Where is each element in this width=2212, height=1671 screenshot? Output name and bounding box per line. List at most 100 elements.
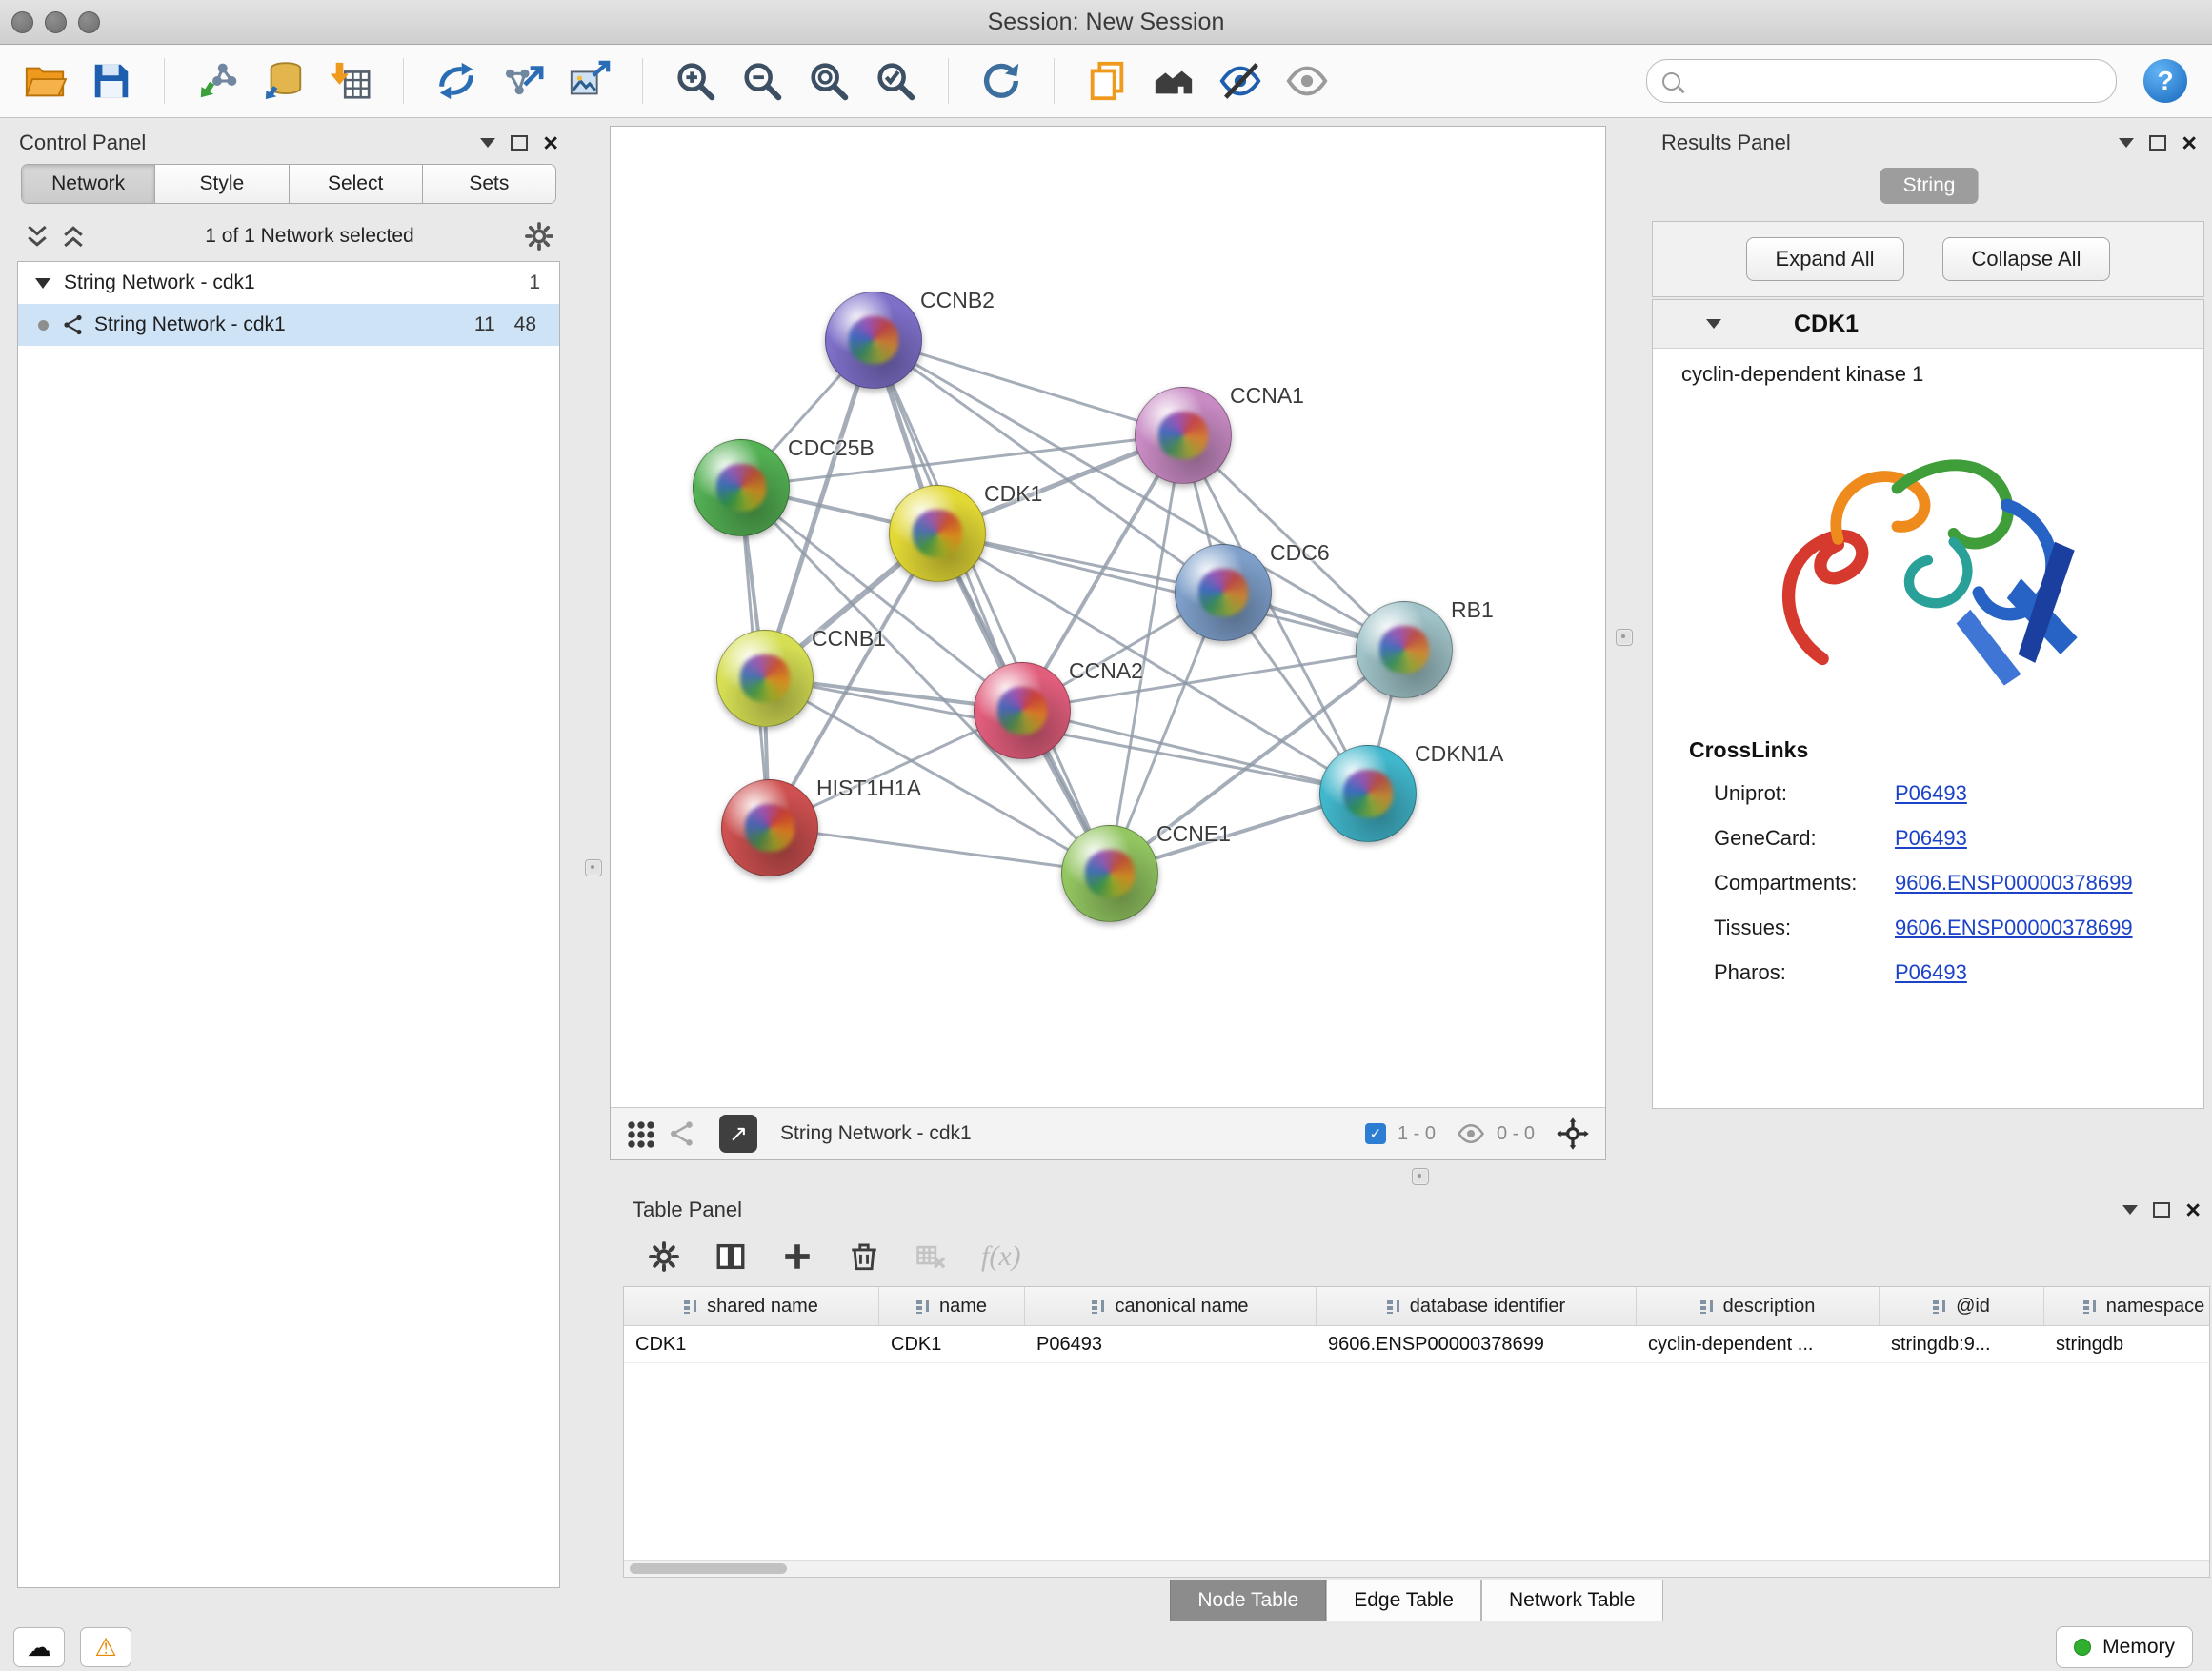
- column-header-shared-name[interactable]: shared name: [624, 1287, 879, 1325]
- create-column-icon[interactable]: [781, 1240, 814, 1273]
- tab-select[interactable]: Select: [290, 165, 423, 203]
- network-node-CDC6[interactable]: [1175, 544, 1272, 641]
- help-button[interactable]: ?: [2143, 59, 2187, 103]
- table-cell[interactable]: stringdb: [2044, 1326, 2210, 1362]
- network-node-CDK1[interactable]: [889, 485, 986, 582]
- crosslink-value-link[interactable]: P06493: [1895, 781, 1967, 806]
- table-cell[interactable]: 9606.ENSP00000378699: [1317, 1326, 1637, 1362]
- network-visible-dot[interactable]: [38, 320, 49, 331]
- section-expander-icon[interactable]: [1706, 319, 1721, 329]
- protein-section-header[interactable]: CDK1: [1653, 300, 2203, 349]
- network-collection-row[interactable]: String Network - cdk1 1: [18, 262, 559, 304]
- network-node-CCNA2[interactable]: [974, 662, 1071, 759]
- tab-style[interactable]: Style: [155, 165, 289, 203]
- fit-content-icon[interactable]: [1556, 1117, 1590, 1151]
- import-network-icon[interactable]: [191, 55, 243, 107]
- crosslink-value-link[interactable]: 9606.ENSP00000378699: [1895, 916, 2133, 940]
- gear-icon[interactable]: [648, 1240, 680, 1273]
- tab-edge-table[interactable]: Edge Table: [1326, 1580, 1481, 1621]
- save-icon[interactable]: [86, 55, 137, 107]
- panel-close-icon[interactable]: ×: [2185, 1198, 2201, 1223]
- tab-node-table[interactable]: Node Table: [1170, 1580, 1326, 1621]
- table-cell[interactable]: cyclin-dependent ...: [1637, 1326, 1880, 1362]
- search-input[interactable]: [1690, 59, 2116, 103]
- network-node-CCNB1[interactable]: [716, 630, 814, 727]
- selected-checkbox-icon[interactable]: ✓: [1365, 1123, 1386, 1144]
- network-node-CDC25B[interactable]: [693, 439, 790, 536]
- zoom-selected-icon[interactable]: [870, 55, 921, 107]
- crosslink-value-link[interactable]: 9606.ENSP00000378699: [1895, 871, 2133, 896]
- panel-collapse-icon[interactable]: [2119, 138, 2134, 148]
- delete-column-icon[interactable]: [848, 1240, 880, 1273]
- network-node-RB1[interactable]: [1356, 601, 1453, 698]
- panel-close-icon[interactable]: ×: [2182, 131, 2197, 156]
- open-in-new-window-icon[interactable]: ↗: [719, 1115, 757, 1153]
- home-icon[interactable]: [1148, 55, 1199, 107]
- network-edge[interactable]: [769, 827, 1109, 873]
- column-header-namespace[interactable]: namespace: [2044, 1287, 2210, 1325]
- export-network-icon[interactable]: [497, 55, 549, 107]
- network-row-selected[interactable]: String Network - cdk1 11 48: [18, 304, 559, 346]
- network-node-CCNB2[interactable]: [825, 292, 922, 389]
- network-canvas[interactable]: CCNB2CCNA1CDC25BCDK1CDC6RB1CCNB1CCNA2CDK…: [611, 127, 1605, 1107]
- table-cell[interactable]: CDK1: [879, 1326, 1025, 1362]
- swap-networks-icon[interactable]: [431, 55, 482, 107]
- zoom-fit-icon[interactable]: [803, 55, 855, 107]
- panel-float-icon[interactable]: [2149, 135, 2166, 151]
- tab-network-table[interactable]: Network Table: [1481, 1580, 1663, 1621]
- column-header-canonical-name[interactable]: canonical name: [1025, 1287, 1317, 1325]
- warnings-button[interactable]: ⚠: [80, 1627, 131, 1667]
- splitter-handle-left[interactable]: [585, 859, 602, 876]
- tab-sets[interactable]: Sets: [423, 165, 555, 203]
- birds-eye-view-icon[interactable]: [626, 1119, 654, 1148]
- gear-icon[interactable]: [524, 221, 554, 252]
- network-node-CDKN1A[interactable]: [1319, 745, 1417, 842]
- refresh-icon[interactable]: [975, 55, 1027, 107]
- collapse-all-icon[interactable]: [23, 222, 51, 251]
- expand-all-icon[interactable]: [59, 222, 88, 251]
- hide-selected-icon[interactable]: [1215, 55, 1266, 107]
- tree-expander-icon[interactable]: [35, 278, 50, 289]
- panel-collapse-icon[interactable]: [480, 138, 495, 148]
- column-header-@id[interactable]: @id: [1880, 1287, 2044, 1325]
- show-all-icon[interactable]: [1281, 55, 1333, 107]
- open-icon[interactable]: [19, 55, 70, 107]
- crosslink-value-link[interactable]: P06493: [1895, 826, 1967, 851]
- table-cell[interactable]: P06493: [1025, 1326, 1317, 1362]
- search-box[interactable]: [1646, 59, 2117, 103]
- crosslink-value-link[interactable]: P06493: [1895, 960, 1967, 985]
- show-columns-icon[interactable]: [714, 1240, 747, 1273]
- column-header-description[interactable]: description: [1637, 1287, 1880, 1325]
- memory-button[interactable]: Memory: [2056, 1626, 2193, 1668]
- hidden-eye-icon[interactable]: [1457, 1119, 1485, 1148]
- collapse-all-button[interactable]: Collapse All: [1942, 237, 2111, 281]
- splitter-handle-bottom[interactable]: [1412, 1168, 1429, 1185]
- panel-float-icon[interactable]: [511, 135, 528, 151]
- column-header-database-identifier[interactable]: database identifier: [1317, 1287, 1637, 1325]
- export-image-icon[interactable]: [564, 55, 615, 107]
- panel-collapse-icon[interactable]: [2122, 1205, 2138, 1215]
- scrollbar-thumb[interactable]: [630, 1563, 787, 1574]
- table-row[interactable]: CDK1CDK1P064939606.ENSP00000378699cyclin…: [624, 1326, 2209, 1363]
- table-cell[interactable]: stringdb:9...: [1880, 1326, 2044, 1362]
- cloud-button[interactable]: ☁: [13, 1627, 65, 1667]
- zoom-in-icon[interactable]: [670, 55, 721, 107]
- tab-network[interactable]: Network: [22, 165, 155, 203]
- column-header-name[interactable]: name: [879, 1287, 1025, 1325]
- network-node-CCNA1[interactable]: [1135, 387, 1232, 484]
- network-node-HIST1H1A[interactable]: [721, 779, 818, 876]
- panel-close-icon[interactable]: ×: [543, 131, 558, 156]
- copy-icon[interactable]: [1081, 55, 1133, 107]
- panel-float-icon[interactable]: [2153, 1202, 2170, 1218]
- network-overview-icon[interactable]: [668, 1119, 696, 1148]
- tab-string[interactable]: String: [1880, 168, 1979, 204]
- import-table-icon[interactable]: [325, 55, 376, 107]
- network-edge[interactable]: [936, 533, 1403, 649]
- zoom-out-icon[interactable]: [736, 55, 788, 107]
- table-cell[interactable]: CDK1: [624, 1326, 879, 1362]
- splitter-handle-right[interactable]: [1616, 629, 1633, 646]
- horizontal-scrollbar[interactable]: [624, 1560, 2209, 1577]
- import-network-database-icon[interactable]: [258, 55, 310, 107]
- expand-all-button[interactable]: Expand All: [1746, 237, 1904, 281]
- network-node-CCNE1[interactable]: [1061, 825, 1158, 922]
